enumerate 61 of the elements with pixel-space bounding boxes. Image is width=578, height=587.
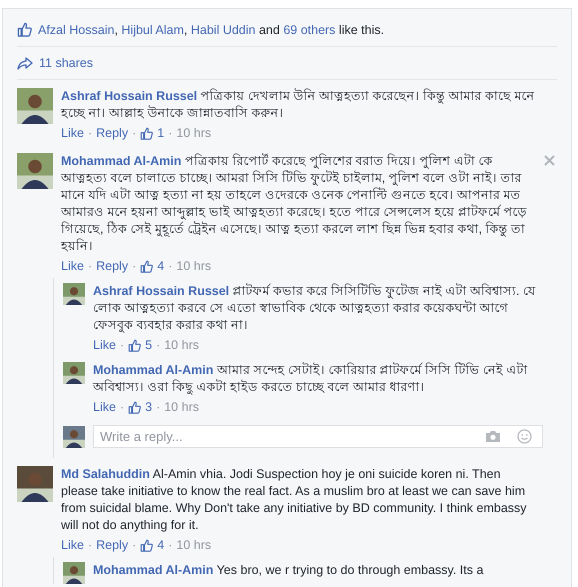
comment-text: Md Salahuddin Al-Amin vhia. Jodi Suspection hoy je oni suicide koren ni. Then please take initiative to know the real fact. As a muslim bro at least we can save him from suicidal blame. Why Don't take any initiative by BD community. I think embassy will not do anything for it. [61, 466, 528, 534]
name-link[interactable]: Afzal Hossain [38, 22, 114, 36]
timestamp: 10 hrs [176, 125, 212, 141]
author-link[interactable]: Mohammad Al-Amin [61, 154, 182, 168]
reply-text: Mohammad Al-Amin আমার সন্দেহ সেটাই। কোরিয়ার প্লাটফর্মে সিসি টিভি নেই এটা অবিশ্বাস্য। ওরা কিছু একটা হাইড করতে চাচ্ছে বলে আমার ধারণা। [93, 362, 529, 396]
separator-dot: · [88, 125, 92, 141]
shares-link[interactable]: 11 shares [39, 56, 93, 70]
reply-text: Mohammad Al-Amin Yes bro, we r trying to do through embassy. Its a [93, 562, 484, 579]
close-icon[interactable] [544, 155, 555, 166]
thumbs-up-icon [128, 338, 142, 352]
separator-dot: · [120, 337, 124, 353]
smiley-icon[interactable] [517, 429, 532, 444]
separator-dot: · [132, 258, 136, 274]
like-count: 3 [145, 399, 152, 415]
thumbs-up-icon [128, 400, 142, 414]
timestamp: 10 hrs [176, 258, 212, 274]
author-link[interactable]: Ashraf Hossain Russel [61, 89, 198, 103]
like-link[interactable]: Like [61, 537, 84, 553]
likes-summary: Afzal Hossain, Hijbul Alam, Habil Uddin and 69 others like this. [38, 22, 384, 36]
separator-dot: · [132, 537, 136, 553]
name-link[interactable]: Hijbul Alam [121, 22, 184, 36]
author-link[interactable]: Md Salahuddin [61, 467, 150, 481]
reply-link[interactable]: Reply [96, 537, 128, 553]
like-count: 5 [145, 337, 152, 353]
like-link[interactable]: Like [93, 399, 116, 415]
name-link[interactable]: Habil Uddin [190, 22, 256, 36]
share-arrow-icon [17, 56, 33, 70]
author-link[interactable]: Mohammad Al-Amin [93, 363, 214, 377]
timestamp: 10 hrs [164, 337, 199, 353]
separator-dot: · [168, 258, 172, 274]
author-link[interactable]: Mohammad Al-Amin [93, 563, 214, 577]
reply-box[interactable]: Write a reply... [93, 425, 543, 448]
separator-dot: · [132, 125, 136, 141]
like-link[interactable]: Like [61, 125, 84, 141]
like-count: 1 [157, 125, 164, 141]
thumbs-up-icon [140, 126, 154, 140]
thumbs-up-icon [17, 22, 32, 37]
comment-text: Ashraf Hossain Russel পত্রিকায় দেখলাম উনি আত্নহত্যা করেছেন। কিন্তু আমার কাছে মনে হচ্ছে না। আল্লাহ উনাকে জান্নাতবাসি করুন। [61, 88, 535, 122]
reply-text: Ashraf Hossain Russel প্লাটফর্ম কভার করে সিসিটিভি ফুটেজ নাই এটা অবিশ্বাস্য. যে লোক আত্নহত্যা করবে সে এতো স্বাভাবিক থেকে আত্নহত্যা করার কয়েকঘন্টা আগে ফেসবুক ব্যবহার করার কথা না। [93, 283, 535, 334]
reply-input-field[interactable]: Write a reply... [100, 429, 469, 444]
camera-icon[interactable] [485, 430, 501, 443]
like-link[interactable]: Like [61, 258, 84, 274]
timestamp: 10 hrs [164, 399, 199, 415]
separator-dot: · [156, 399, 160, 415]
separator-dot: · [88, 537, 92, 553]
separator-dot: · [156, 337, 160, 353]
separator-dot: · [88, 258, 92, 274]
thumbs-up-icon [140, 538, 154, 552]
reply-link[interactable]: Reply [96, 258, 128, 274]
like-count: 4 [157, 537, 164, 553]
name-link[interactable]: 69 others [283, 22, 336, 36]
like-count: 4 [157, 258, 164, 274]
separator-dot: · [168, 125, 172, 141]
separator-dot: · [120, 399, 124, 415]
comment-text: Mohammad Al-Amin পত্রিকায় রিপোর্ট করেছে পুলিশের বরাত দিয়ে। পুলিশ এটা কে আত্নহত্য বলে চালাতে চাচ্ছে। আমরা সিসি টিভি ফুটেই চাইলাম, পুলিশ বলে ওটা নাই। তার মানে যদি এটা আত্ন হত্যা না হয় তাহলে ওদেরকে ওনেক পেনাল্টি গুনতে হবে। আপনার মত আমারও মনে হয়না আব্দুল্লাহ ভাই আত্নহত্যা করেছে। হতে পারে সেন্সলেস হয়ে প্লাটফর্মে পড়ে গিয়েছে, ঠিক সেই মুহূর্তে ট্রেইন এসেছে। আত্ন হত্যা করলে লাশ ছিন্ন ভিন্ন হবার কথা, কিন্তু তা হয়নি। [61, 153, 528, 255]
timestamp: 10 hrs [176, 537, 212, 553]
like-link[interactable]: Like [93, 337, 116, 353]
reply-link[interactable]: Reply [96, 125, 128, 141]
separator-dot: · [168, 537, 172, 553]
thumbs-up-icon [140, 260, 154, 272]
author-link[interactable]: Ashraf Hossain Russel [93, 284, 230, 298]
